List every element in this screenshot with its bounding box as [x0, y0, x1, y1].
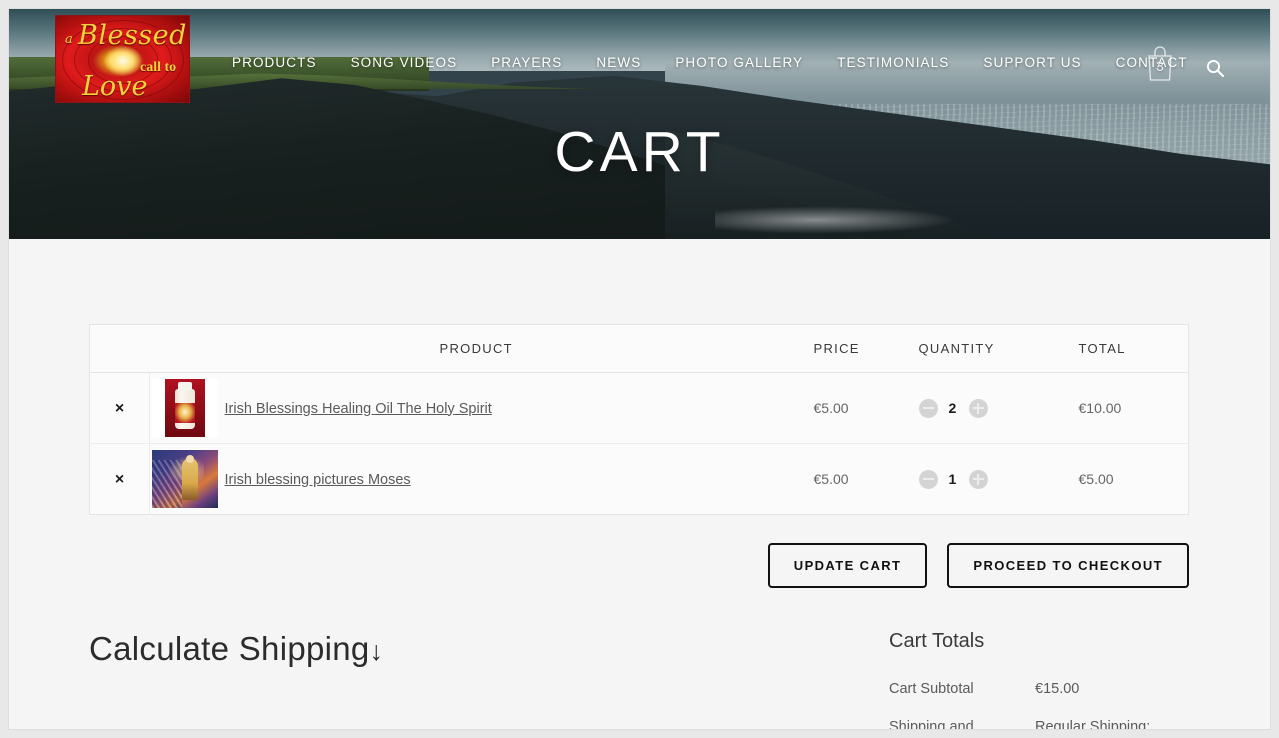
remove-item-button[interactable]: × — [115, 400, 124, 417]
product-link[interactable]: Irish Blessings Healing Oil The Holy Spi… — [225, 401, 492, 417]
quantity-cell: 2 — [918, 372, 1079, 444]
product-name-cell: Irish blessing pictures Moses — [225, 444, 814, 515]
header-total: TOTAL — [1078, 324, 1189, 373]
quantity-stepper: 1 — [918, 469, 1079, 489]
product-price: €5.00 — [813, 471, 849, 487]
main-navigation: PRODUCTS SONG VIDEOS PRAYERS NEWS PHOTO … — [215, 55, 1205, 70]
product-thumbnail-healing-oil[interactable] — [152, 379, 218, 437]
cart-subtotal-value: €15.00 — [1035, 681, 1080, 697]
nav-item-photo-gallery[interactable]: PHOTO GALLERY — [658, 55, 820, 70]
shipping-label: Shipping and — [889, 719, 974, 729]
cart-subtotal-label: Cart Subtotal — [889, 681, 974, 697]
header-remove — [89, 324, 150, 373]
nav-item-prayers[interactable]: PRAYERS — [474, 55, 579, 70]
product-name-cell: Irish Blessings Healing Oil The Holy Spi… — [224, 372, 814, 444]
remove-item-button[interactable]: × — [115, 471, 124, 488]
chevron-down-icon: ↓ — [369, 636, 384, 666]
quantity-stepper: 2 — [918, 398, 1079, 418]
nav-item-song-videos[interactable]: SONG VIDEOS — [334, 55, 475, 70]
product-thumbnail-moses[interactable] — [152, 450, 218, 508]
quantity-increase-button[interactable] — [968, 398, 988, 418]
header-price: PRICE — [813, 324, 919, 373]
nav-item-testimonials[interactable]: TESTIMONIALS — [820, 55, 966, 70]
browser-viewport: a Blessed call to Love PRODUCTS SONG VID… — [9, 9, 1270, 729]
nav-item-news[interactable]: NEWS — [579, 55, 658, 70]
calculate-shipping-label: Calculate Shipping — [89, 630, 370, 667]
remove-cell: × — [90, 444, 150, 515]
product-line-total: €5.00 — [1078, 471, 1114, 487]
search-icon — [1206, 59, 1225, 78]
product-link[interactable]: Irish blessing pictures Moses — [225, 472, 411, 488]
site-logo[interactable]: a Blessed call to Love — [55, 15, 190, 103]
quantity-decrease-button[interactable] — [918, 398, 938, 418]
logo-text-a: a — [65, 32, 73, 47]
hero-banner: a Blessed call to Love PRODUCTS SONG VID… — [9, 9, 1270, 239]
cart-subtotal-row: Cart Subtotal €15.00 — [889, 681, 1189, 697]
cart-table-body: × Irish Blessings Healing Oil The Holy S… — [89, 372, 1189, 515]
cart-item-count: 3 — [1156, 58, 1164, 74]
calculate-shipping-section: Calculate Shipping↓ — [89, 630, 889, 729]
header-product: PRODUCT — [224, 324, 814, 373]
page-title: CART — [554, 120, 725, 184]
cart-table: PRODUCT PRICE QUANTITY TOTAL × Irish Ble… — [89, 324, 1189, 515]
thumb-figure — [182, 458, 198, 500]
quantity-decrease-button[interactable] — [918, 469, 938, 489]
header-thumbnail — [149, 324, 225, 373]
product-price: €5.00 — [813, 372, 919, 444]
quantity-cell: 1 — [918, 444, 1079, 515]
cart-totals-title: Cart Totals — [889, 630, 985, 652]
product-line-total: €10.00 — [1078, 372, 1189, 444]
thumbnail-cell — [149, 372, 225, 444]
table-row: × Irish blessing pictures Moses €5.00 1 … — [90, 443, 1189, 515]
nav-item-products[interactable]: PRODUCTS — [215, 55, 334, 70]
header-quantity: QUANTITY — [918, 324, 1079, 373]
thumb-bottle-cap — [178, 382, 192, 391]
cart-table-head: PRODUCT PRICE QUANTITY TOTAL — [89, 324, 1189, 373]
quantity-increase-button[interactable] — [968, 469, 988, 489]
proceed-to-checkout-button[interactable]: PROCEED TO CHECKOUT — [947, 543, 1189, 588]
remove-cell: × — [89, 372, 150, 444]
thumbnail-cell — [149, 443, 225, 515]
nav-item-support-us[interactable]: SUPPORT US — [966, 55, 1098, 70]
calculate-shipping-toggle[interactable]: Calculate Shipping↓ — [89, 630, 889, 668]
quantity-value: 1 — [948, 471, 957, 487]
shipping-value: Regular Shipping: — [1035, 719, 1151, 729]
table-row: × Irish Blessings Healing Oil The Holy S… — [89, 372, 1189, 444]
logo-text-blessed: Blessed — [78, 20, 187, 51]
search-button[interactable] — [1205, 58, 1225, 78]
thumb-figure-head — [186, 455, 194, 463]
cart-bottom-section: Calculate Shipping↓ Cart Totals Cart Sub… — [89, 630, 1189, 729]
update-cart-button[interactable]: UPDATE CART — [767, 543, 928, 588]
cart-button[interactable]: 3 — [1138, 41, 1182, 85]
shipping-row: Shipping and Regular Shipping: — [889, 719, 1189, 729]
table-header-row: PRODUCT PRICE QUANTITY TOTAL — [89, 324, 1189, 373]
cart-totals-section: Cart Totals Cart Subtotal €15.00 Shippin… — [889, 630, 1189, 729]
thumb-bottle-label — [175, 403, 195, 423]
cart-actions: UPDATE CART PROCEED TO CHECKOUT — [89, 543, 1189, 588]
logo-text-love: Love — [82, 71, 148, 102]
quantity-value: 2 — [948, 400, 957, 416]
page-content: PRODUCT PRICE QUANTITY TOTAL × Irish Ble… — [9, 324, 1270, 729]
